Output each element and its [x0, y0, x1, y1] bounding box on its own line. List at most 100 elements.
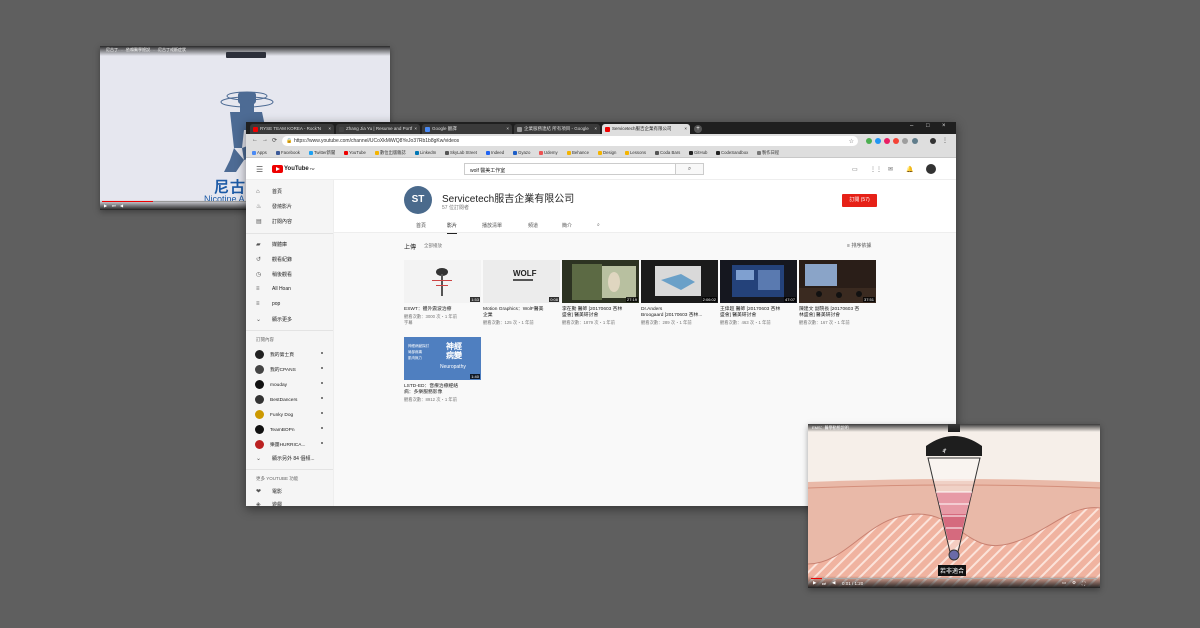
video-title[interactable]: 王偉超 醫師 [20170603 杏林 盛會] 醫美研討會 — [720, 307, 797, 319]
next-icon[interactable]: ⏭ — [822, 581, 826, 586]
browser-tab[interactable]: RYSE TEAM KOREA - Rock'N × — [250, 124, 334, 134]
sidebar-item-movies[interactable]: ❤ 電影 — [256, 488, 282, 495]
forward-icon[interactable]: → — [262, 137, 268, 143]
apps-icon[interactable]: ⋮⋮ — [870, 166, 882, 173]
menu-dots-icon[interactable]: ⋮ — [942, 137, 948, 144]
browser-tab[interactable]: 企業服務連結 所有項目 - Google × — [514, 124, 600, 134]
sidebar-item-games[interactable]: ◈ 遊戲 — [256, 501, 282, 506]
video-thumbnail[interactable]: 37:51 — [799, 260, 876, 303]
tab-about[interactable]: 簡介 — [562, 222, 572, 229]
sidebar-subscription[interactable]: 我的CPANS — [255, 365, 323, 374]
video-card[interactable]: 47:07 王偉超 醫師 [20170603 杏林 盛會] 醫美研討會 觀看次數… — [720, 260, 797, 326]
volume-icon[interactable]: ◀ — [832, 580, 835, 586]
upload-video-icon[interactable]: ▭ — [852, 166, 858, 173]
tab-videos[interactable]: 影片 — [447, 222, 458, 234]
play-icon[interactable]: ▶ — [813, 580, 816, 586]
tab-channels[interactable]: 頻道 — [528, 222, 538, 229]
video-thumbnail[interactable]: 1:53 — [404, 260, 481, 303]
bookmark-item[interactable]: GitHub — [689, 150, 707, 155]
extension-icon[interactable] — [902, 138, 908, 144]
bookmark-item[interactable]: Udemy — [539, 150, 558, 155]
close-icon[interactable]: × — [414, 126, 417, 131]
sidebar-subscription[interactable]: 樂團HURRICA... — [255, 440, 323, 449]
channel-search-icon[interactable]: ⌕ — [597, 222, 600, 228]
browser-tab-active[interactable]: Servicetech服吉企業有限公司 × — [602, 124, 690, 134]
video-title[interactable]: 李在勳 醫師 [20170603 杏林 盛會] 醫美研討會 — [562, 307, 639, 319]
back-icon[interactable]: ← — [252, 137, 258, 143]
video-thumbnail[interactable]: 2:06:02 — [641, 260, 718, 303]
captions-icon[interactable]: ▭ — [1062, 580, 1066, 586]
video-title[interactable]: ESWT：體外震波治療 — [404, 307, 481, 313]
close-icon[interactable]: × — [594, 126, 597, 131]
sidebar-item-library[interactable]: ▰ 媒體庫 — [256, 241, 287, 248]
profile-icon[interactable] — [930, 138, 936, 144]
browser-tab[interactable]: Google 翻譯 × — [422, 124, 512, 134]
notifications-icon[interactable]: 🔔 — [906, 166, 913, 173]
reload-icon[interactable]: ⟳ — [272, 137, 277, 144]
extension-icon[interactable] — [893, 138, 899, 144]
minimize-icon[interactable]: – — [910, 123, 913, 129]
video-card[interactable]: 27:19 李在勳 醫師 [20170603 杏林 盛會] 醫美研討會 觀看次數… — [562, 260, 639, 326]
volume-icon[interactable]: ◀ — [120, 203, 123, 208]
video-card[interactable]: 2:06:02 Dr.Anders Broogaard [20170603 杏林… — [641, 260, 718, 326]
bookmark-item[interactable]: YouTube — [344, 150, 366, 155]
hamburger-menu-icon[interactable]: ☰ — [256, 165, 263, 174]
sidebar-subscription[interactable]: 我的第士頁 — [255, 350, 323, 359]
sidebar-subscription[interactable]: mouday — [255, 380, 323, 389]
messages-icon[interactable]: ✉ — [888, 166, 893, 173]
bookmark-item[interactable]: Lessons — [625, 150, 646, 155]
video-thumbnail[interactable]: 47:07 — [720, 260, 797, 303]
search-input[interactable]: wolf 醫美工作室 — [464, 163, 676, 175]
settings-icon[interactable]: ⚙ — [1072, 580, 1076, 586]
extension-icon[interactable] — [884, 138, 890, 144]
bookmark-item[interactable]: 數位出版雜誌 — [375, 150, 406, 156]
right-video-progress[interactable] — [811, 578, 1097, 579]
extension-icon[interactable] — [866, 138, 872, 144]
sidebar-item-playlist[interactable]: ≡ pop — [256, 301, 280, 307]
tab-home[interactable]: 首頁 — [416, 222, 426, 229]
bookmark-item[interactable]: Coda Bars — [655, 150, 680, 155]
video-title[interactable]: Motion Graphics：WolF醫美 企業 — [483, 307, 560, 319]
subscribe-button[interactable]: 訂閱 (57) — [842, 194, 877, 207]
sidebar-item-home[interactable]: ⌂ 首頁 — [256, 188, 282, 195]
tab-playlists[interactable]: 播放清單 — [482, 222, 502, 229]
video-thumbnail[interactable]: WOLF 0:08 — [483, 260, 560, 303]
close-icon[interactable]: × — [328, 126, 331, 131]
video-card[interactable]: 37:51 陳建文 副院長 [20170603 杏 林盛會] 醫美研討會 觀看次… — [799, 260, 876, 326]
maximize-icon[interactable]: □ — [926, 123, 930, 129]
bookmark-item[interactable]: CodeSandbox — [716, 150, 748, 155]
bookmark-item[interactable]: LinkedIn — [415, 150, 436, 155]
avatar[interactable] — [926, 164, 936, 174]
bookmark-item[interactable]: Design — [598, 150, 616, 155]
bookmark-item[interactable]: 製作日程 — [757, 150, 779, 156]
search-button[interactable]: ⌕ — [676, 163, 704, 175]
fullscreen-icon[interactable]: ⛶ — [1082, 581, 1085, 586]
channel-avatar[interactable]: ST — [404, 186, 432, 214]
bookmark-item[interactable]: Twitter新聞 — [309, 150, 335, 156]
new-tab-button[interactable]: + — [694, 125, 702, 133]
bookmark-item[interactable]: SkyLab Street — [445, 150, 477, 155]
video-thumbnail[interactable]: 27:19 — [562, 260, 639, 303]
video-thumbnail[interactable]: 神經病變探討 局部疼痛 肌肉無力 神經 病變 Neuropathy 1:40 — [404, 337, 481, 380]
sidebar-item-playlist[interactable]: ≡ All Hoan — [256, 286, 291, 292]
sidebar-item-history[interactable]: ↺ 觀看紀錄 — [256, 256, 292, 263]
window-close-icon[interactable]: × — [942, 123, 946, 129]
bookmark-star-icon[interactable]: ☆ — [849, 138, 854, 145]
video-title[interactable]: LSTD-ED：音療治療經絡 病：多樂服務影像 — [404, 384, 481, 396]
bookmark-item[interactable]: Facebook — [276, 150, 300, 155]
play-all-link[interactable]: 全部播放 — [424, 243, 442, 249]
video-card[interactable]: 1:53 ESWT：體外震波治療 觀看次數：3000 次・1 年前 字幕 — [404, 260, 481, 325]
youtube-logo[interactable]: YouTube TW — [272, 165, 314, 173]
sidebar-item-subscriptions[interactable]: ▤ 訂閱內容 — [256, 218, 292, 225]
close-icon[interactable]: × — [684, 126, 687, 131]
extension-icon[interactable] — [912, 138, 918, 144]
address-bar[interactable]: 🔒 https://www.youtube.com/channel/UCoXkM… — [282, 136, 858, 146]
video-card[interactable]: WOLF 0:08 Motion Graphics：WolF醫美 企業 觀看次數… — [483, 260, 560, 326]
bookmark-item[interactable]: Behance — [567, 150, 589, 155]
sidebar-item-more-subscriptions[interactable]: ⌄ 顯示另外 84 個頻... — [256, 455, 315, 462]
sort-button[interactable]: ≡ 排序依據 — [847, 242, 871, 249]
bookmark-item[interactable]: Apps — [252, 150, 267, 155]
sidebar-item-watch-later[interactable]: ◷ 稍後觀看 — [256, 271, 292, 278]
video-card[interactable]: 神經病變探討 局部疼痛 肌肉無力 神經 病變 Neuropathy 1:40 L… — [404, 337, 481, 403]
video-title[interactable]: 陳建文 副院長 [20170603 杏 林盛會] 醫美研討會 — [799, 307, 876, 319]
